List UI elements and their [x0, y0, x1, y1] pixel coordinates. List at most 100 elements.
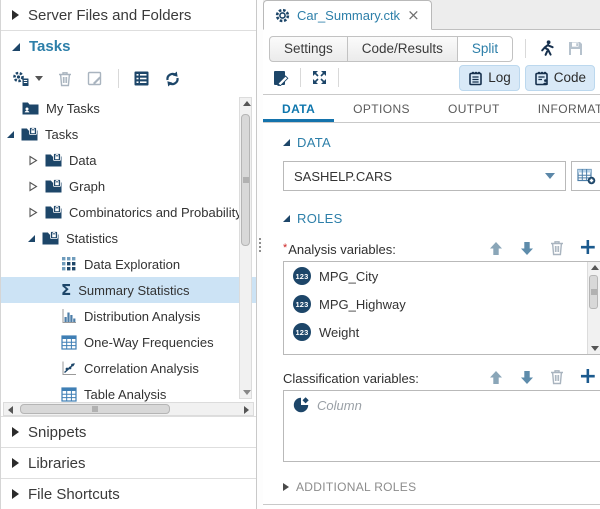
choose-table-button[interactable]	[571, 161, 600, 191]
collapsed-arrow-icon	[12, 489, 19, 499]
section-libraries[interactable]: Libraries	[1, 447, 256, 478]
classification-variables-row: Classification variables: +	[283, 368, 600, 386]
classification-variables-listbox[interactable]: Column	[283, 390, 600, 462]
scrollbar-thumb[interactable]	[241, 114, 250, 246]
section-tasks[interactable]: Tasks	[1, 31, 256, 62]
edit-task-button[interactable]	[273, 70, 289, 86]
tree-item-statistics[interactable]: Statistics	[1, 225, 256, 251]
tab-output[interactable]: OUTPUT	[429, 95, 519, 122]
folder-lock-icon	[45, 153, 62, 167]
analysis-variables-listbox[interactable]: 123 MPG_City 123 MPG_Highway 123 Weight	[283, 261, 600, 355]
data-section-header[interactable]: DATA	[283, 135, 600, 150]
code-results-button[interactable]: Code/Results	[347, 36, 458, 62]
listbox-scrollbar[interactable]	[587, 262, 600, 354]
tree-item-data-exploration[interactable]: Data Exploration	[1, 251, 256, 277]
tree-item-data[interactable]: Data	[1, 147, 256, 173]
view-toggle-row: Settings Code/Results Split	[269, 34, 595, 63]
remove-column-button[interactable]	[550, 369, 564, 385]
tree-item-combinatorics[interactable]: Combinatorics and Probability	[1, 199, 256, 225]
scroll-left-arrow-icon[interactable]	[8, 406, 13, 414]
tree-vertical-scrollbar[interactable]	[239, 97, 252, 399]
add-column-button[interactable]: +	[579, 239, 597, 257]
scrollbar-thumb[interactable]	[20, 404, 170, 414]
scroll-up-arrow-icon[interactable]	[591, 265, 599, 270]
properties-list-icon	[134, 71, 149, 86]
list-item[interactable]: 123 MPG_City	[284, 262, 600, 290]
refresh-button[interactable]	[164, 71, 181, 87]
task-gear-icon	[275, 8, 290, 23]
scroll-right-arrow-icon[interactable]	[244, 406, 249, 414]
edit-task-button[interactable]	[87, 71, 103, 87]
settings-button[interactable]: Settings	[269, 36, 348, 62]
move-down-button[interactable]	[519, 241, 535, 256]
maximize-view-button[interactable]	[312, 70, 327, 85]
splitter-grip-icon[interactable]	[259, 238, 261, 252]
expanded-arrow-icon	[28, 235, 35, 242]
scrollbar-thumb[interactable]	[589, 275, 598, 309]
remove-column-button[interactable]	[550, 240, 564, 256]
delete-task-button[interactable]	[58, 71, 72, 87]
tree-item-correlation-analysis[interactable]: Correlation Analysis	[1, 355, 256, 381]
scroll-down-arrow-icon[interactable]	[591, 346, 599, 351]
scroll-up-arrow-icon[interactable]	[243, 101, 251, 106]
section-label: Snippets	[28, 424, 86, 441]
collapsed-arrow-icon	[12, 427, 19, 437]
tree-item-table-analysis[interactable]: Table Analysis	[1, 381, 256, 402]
tasks-tree: My Tasks Tasks Data Graph Combinator	[1, 95, 256, 402]
new-task-button[interactable]	[13, 71, 43, 87]
analysis-variables-row: *Analysis variables: +	[283, 239, 600, 257]
tree-item-graph[interactable]: Graph	[1, 173, 256, 199]
list-item[interactable]: 123 Weight	[284, 318, 600, 346]
tab-title: Car_Summary.ctk	[297, 8, 400, 23]
collapsed-arrow-icon	[28, 155, 38, 166]
analysis-variables-label: *Analysis variables:	[283, 242, 396, 257]
move-up-button[interactable]	[488, 241, 504, 256]
tab-information[interactable]: INFORMATION	[519, 95, 600, 122]
list-item[interactable]: 123 MPG_Highway	[284, 290, 600, 318]
table-picker-icon	[577, 168, 596, 185]
task-properties-button[interactable]	[134, 71, 149, 86]
scroll-down-arrow-icon[interactable]	[243, 390, 251, 395]
log-icon	[468, 70, 484, 86]
run-button[interactable]	[539, 40, 555, 57]
sigma-icon: Σ	[61, 283, 71, 298]
section-title: DATA	[297, 135, 331, 150]
section-title: ROLES	[297, 211, 343, 226]
section-snippets[interactable]: Snippets	[1, 416, 256, 447]
tab-data[interactable]: DATA	[263, 95, 334, 122]
tree-item-my-tasks[interactable]: My Tasks	[1, 95, 256, 121]
roles-section-header[interactable]: ROLES	[283, 211, 600, 226]
expanded-arrow-icon	[283, 215, 290, 222]
tree-item-one-way-frequencies[interactable]: One-Way Frequencies	[1, 329, 256, 355]
tree-item-summary-statistics[interactable]: Σ Summary Statistics	[1, 277, 256, 303]
split-button[interactable]: Split	[457, 36, 513, 62]
tab-options[interactable]: OPTIONS	[334, 95, 429, 122]
tree-item-label: Combinatorics and Probability	[69, 205, 242, 220]
data-tab-content: DATA SASHELP.CARS ROLES *Analysis variab…	[263, 123, 600, 505]
move-up-button[interactable]	[488, 370, 504, 385]
tree-item-label: Correlation Analysis	[84, 361, 199, 376]
tree-horizontal-scrollbar[interactable]	[3, 402, 254, 416]
toolbar-separator	[338, 68, 339, 87]
code-button[interactable]: Code	[525, 65, 595, 91]
expanded-arrow-icon	[12, 43, 20, 51]
save-button[interactable]	[568, 41, 583, 56]
tab-car-summary[interactable]: Car_Summary.ctk ×	[263, 0, 432, 30]
close-icon[interactable]: ×	[407, 8, 420, 23]
section-server-files-and-folders[interactable]: Server Files and Folders	[1, 0, 256, 31]
section-file-shortcuts[interactable]: File Shortcuts	[1, 478, 256, 509]
tree-item-tasks[interactable]: Tasks	[1, 121, 256, 147]
toolbar-separator	[118, 69, 119, 88]
required-marker: *	[283, 242, 287, 254]
additional-roles-header[interactable]: ADDITIONAL ROLES	[283, 480, 600, 494]
log-button[interactable]: Log	[459, 65, 520, 91]
log-label: Log	[488, 70, 511, 85]
table-select[interactable]: SASHELP.CARS	[283, 161, 566, 191]
add-column-button[interactable]: +	[579, 368, 597, 386]
tree-item-distribution-analysis[interactable]: Distribution Analysis	[1, 303, 256, 329]
my-tasks-folder-icon	[22, 101, 39, 115]
folder-lock-icon	[45, 205, 62, 219]
sas-studio-app: Server Files and Folders Tasks	[0, 0, 600, 509]
move-down-button[interactable]	[519, 370, 535, 385]
save-disk-icon	[568, 41, 583, 56]
